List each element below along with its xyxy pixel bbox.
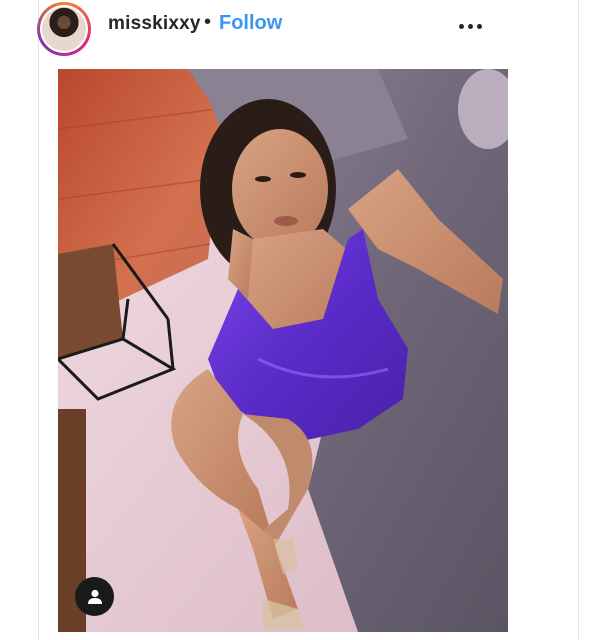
avatar[interactable]: [37, 2, 91, 56]
post-photo[interactable]: [58, 69, 508, 632]
more-dot: [467, 23, 473, 29]
avatar-inner: [40, 5, 88, 53]
post-photo-illustration: [58, 69, 508, 632]
username-link[interactable]: misskixxy: [108, 13, 201, 35]
card-border-left: [38, 0, 39, 640]
avatar-photo: [42, 7, 86, 51]
person-icon: [87, 589, 102, 604]
more-dot: [476, 23, 482, 29]
separator-dot: •: [204, 11, 212, 33]
post-card: misskixxy • Follow: [0, 0, 598, 640]
user-tag-icon[interactable]: [75, 577, 114, 616]
card-border-right: [578, 0, 579, 640]
more-dot: [458, 23, 464, 29]
follow-button[interactable]: Follow: [219, 12, 282, 35]
more-options-icon[interactable]: [450, 10, 490, 42]
